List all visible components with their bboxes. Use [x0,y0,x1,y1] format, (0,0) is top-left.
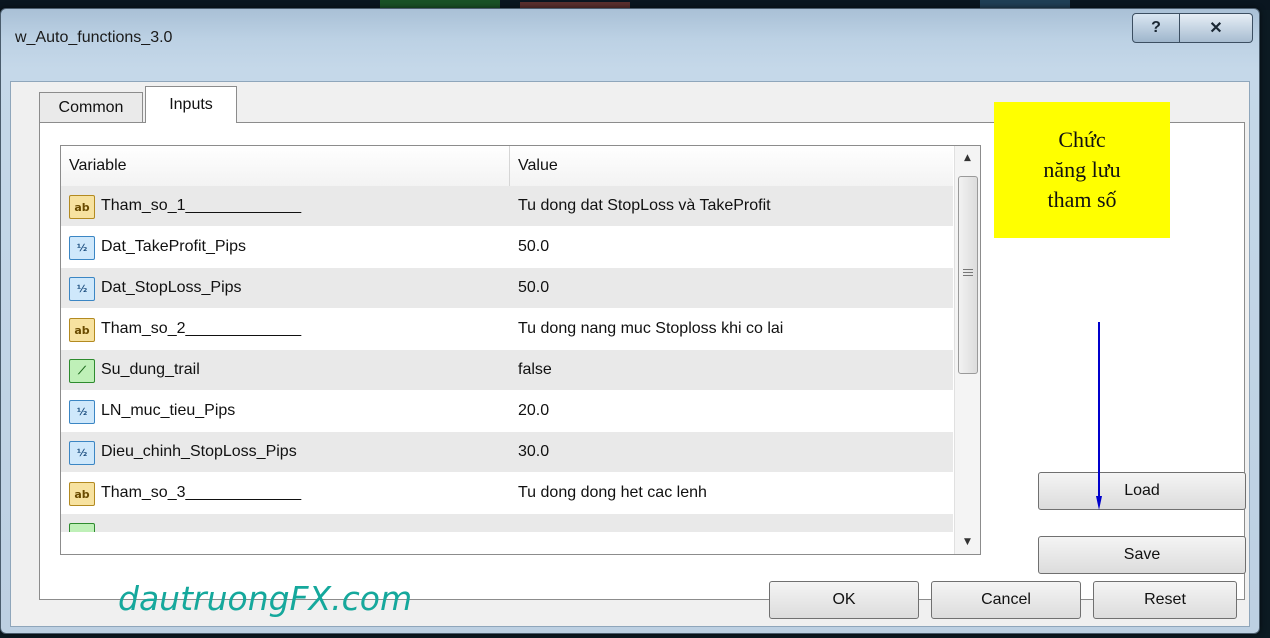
annotation-line-3: tham số [1047,187,1117,212]
scroll-down-icon[interactable]: ▼ [955,530,980,554]
dialog-window: w_Auto_functions_3.0 ? ✕ Common Inputs V… [0,8,1260,634]
grid-rows: ab Tham_so_1_____________ Tu dong dat St… [61,186,953,533]
load-button[interactable]: Load [1038,472,1246,510]
table-row-partial[interactable] [61,514,953,533]
variable-value[interactable]: Tu dong nang muc Stoploss khi co lai [510,309,783,349]
vertical-scrollbar[interactable]: ▲ ▼ [954,146,980,554]
watermark-text: dautruongFX.com [118,579,413,618]
boolean-type-icon [69,523,95,532]
variable-name: Su_dung_trail [101,361,200,378]
variable-name: Dat_StopLoss_Pips [101,279,242,296]
annotation-line-1: Chức [1058,127,1106,152]
annotation-line-2: năng lưu [1043,157,1121,182]
number-type-icon: ½ [69,400,95,424]
table-row[interactable]: ab Tham_so_1_____________ Tu dong dat St… [61,186,953,227]
annotation-note: Chức năng lưu tham số [994,102,1170,238]
scroll-up-icon[interactable]: ▲ [955,146,980,170]
column-header-value[interactable]: Value [510,146,952,186]
variable-name: Dieu_chinh_StopLoss_Pips [101,443,297,460]
variable-value[interactable]: 20.0 [510,391,549,431]
variable-value[interactable]: 50.0 [510,227,549,267]
table-row[interactable]: ½ Dieu_chinh_StopLoss_Pips 30.0 [61,432,953,473]
scroll-grip-icon [963,269,973,278]
ok-button[interactable]: OK [769,581,919,619]
number-type-icon: ½ [69,236,95,260]
variable-value[interactable]: 50.0 [510,268,549,308]
number-type-icon: ½ [69,441,95,465]
scroll-thumb[interactable] [958,176,978,374]
inputs-grid: Variable Value ab Tham_so_1_____________… [60,145,981,555]
variable-name: Tham_so_3_____________ [101,484,302,501]
string-type-icon: ab [69,482,95,506]
string-type-icon: ab [69,195,95,219]
table-row[interactable]: ⟋ Su_dung_trail false [61,350,953,391]
table-row[interactable]: ab Tham_so_2_____________ Tu dong nang m… [61,309,953,350]
annotation-arrow-icon [1096,322,1102,510]
string-type-icon: ab [69,318,95,342]
cancel-button[interactable]: Cancel [931,581,1081,619]
tab-inputs[interactable]: Inputs [145,86,237,123]
variable-value[interactable]: Tu dong dong het cac lenh [510,473,707,513]
title-buttons: ? ✕ [1132,13,1253,43]
variable-name: Tham_so_1_____________ [101,197,302,214]
table-row[interactable]: ab Tham_so_3_____________ Tu dong dong h… [61,473,953,514]
help-button[interactable]: ? [1132,13,1180,43]
save-button[interactable]: Save [1038,536,1246,574]
table-row[interactable]: ½ Dat_TakeProfit_Pips 50.0 [61,227,953,268]
variable-value[interactable]: Tu dong dat StopLoss và TakeProfit [510,186,771,226]
variable-name: Dat_TakeProfit_Pips [101,238,246,255]
reset-button[interactable]: Reset [1093,581,1237,619]
variable-name: LN_muc_tieu_Pips [101,402,236,419]
table-row[interactable]: ½ LN_muc_tieu_Pips 20.0 [61,391,953,432]
variable-value[interactable]: false [510,350,552,390]
boolean-type-icon: ⟋ [69,359,95,383]
close-button[interactable]: ✕ [1180,13,1253,43]
column-header-variable[interactable]: Variable [61,146,510,186]
table-row[interactable]: ½ Dat_StopLoss_Pips 50.0 [61,268,953,309]
variable-value[interactable]: 30.0 [510,432,549,472]
grid-header: Variable Value [61,146,953,187]
number-type-icon: ½ [69,277,95,301]
variable-name: Tham_so_2_____________ [101,320,302,337]
window-title: w_Auto_functions_3.0 [15,29,173,46]
tab-common[interactable]: Common [39,92,143,123]
